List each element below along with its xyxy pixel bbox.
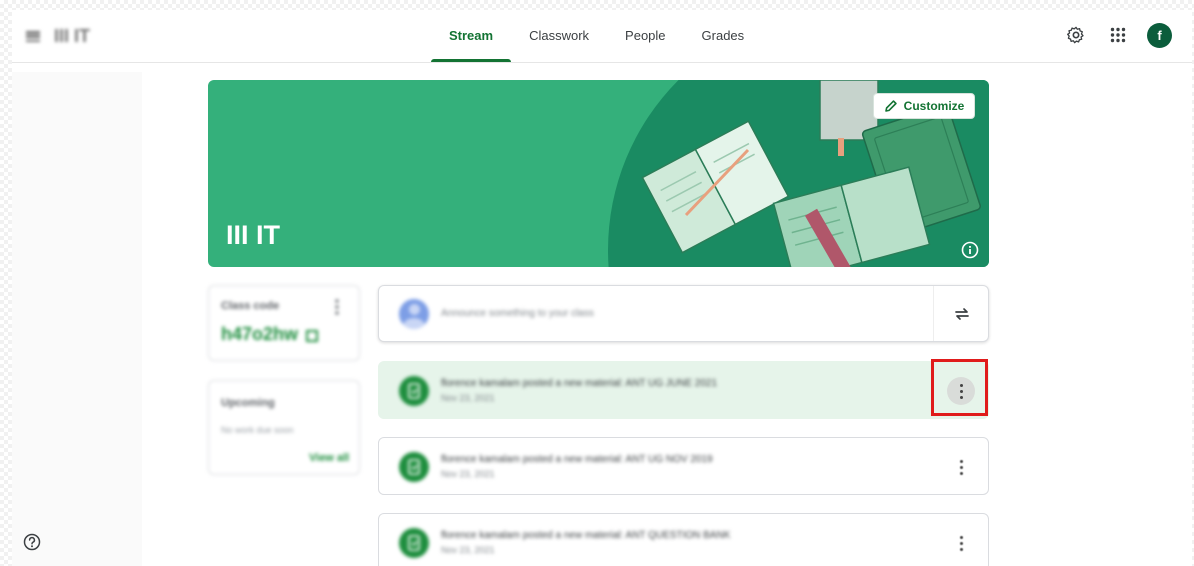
user-avatar-icon [399, 299, 429, 329]
stream-item[interactable]: florence kamalam posted a new material: … [378, 437, 989, 495]
stream-item-date: Nov 23, 2021 [441, 545, 495, 555]
tab-people[interactable]: People [607, 10, 683, 62]
more-options-button[interactable] [947, 377, 975, 405]
class-code-card: Class code h47o2hw [208, 285, 360, 361]
more-vert-icon [959, 535, 963, 551]
announce-box[interactable]: Announce something to your class [378, 285, 989, 342]
more-options-button[interactable] [947, 529, 975, 557]
stream-item-title[interactable]: florence kamalam posted a new material: … [441, 378, 717, 389]
material-icon [399, 376, 429, 406]
customize-button[interactable]: Customize [873, 93, 975, 119]
class-name-header[interactable]: III IT [54, 26, 90, 47]
tab-grades[interactable]: Grades [684, 10, 763, 62]
class-banner: Customize III IT [208, 80, 989, 267]
more-vert-icon [959, 459, 963, 475]
apps-icon[interactable] [1105, 22, 1131, 48]
top-actions: f [1063, 22, 1172, 48]
help-icon[interactable] [22, 532, 42, 552]
stream-item-date: Nov 23, 2021 [441, 393, 495, 403]
stream-item-title[interactable]: florence kamalam posted a new material: … [441, 454, 713, 465]
settings-icon[interactable] [1063, 22, 1089, 48]
class-brand: III IT [26, 26, 90, 47]
top-app-bar: III IT Stream Classwork People Grades f [12, 10, 1192, 63]
stream-item-date: Nov 23, 2021 [441, 469, 495, 479]
repost-button[interactable] [933, 286, 990, 341]
tab-classwork[interactable]: Classwork [511, 10, 607, 62]
class-code-value: h47o2hw [221, 324, 299, 344]
tab-stream[interactable]: Stream [431, 10, 512, 62]
stream-item[interactable]: florence kamalam posted a new material: … [378, 513, 989, 566]
material-icon [399, 528, 429, 558]
upcoming-card: Upcoming No work due soon View all [208, 380, 360, 475]
left-gutter [12, 72, 142, 566]
stream-item[interactable]: florence kamalam posted a new material: … [378, 361, 989, 419]
material-icon [399, 452, 429, 482]
upcoming-empty-text: No work due soon [221, 425, 294, 435]
class-code-label: Class code [221, 300, 280, 312]
pencil-icon [884, 100, 897, 112]
announce-placeholder[interactable]: Announce something to your class [441, 308, 594, 319]
class-tabs: Stream Classwork People Grades [431, 10, 762, 62]
info-icon[interactable] [960, 240, 980, 260]
banner-illustration [608, 80, 989, 267]
upcoming-title: Upcoming [221, 397, 275, 409]
classroom-page: III IT Stream Classwork People Grades f … [12, 10, 1192, 566]
view-all-link[interactable]: View all [309, 452, 349, 464]
more-options-button[interactable] [947, 453, 975, 481]
stream-item-title[interactable]: florence kamalam posted a new material: … [441, 530, 730, 541]
customize-label: Customize [903, 99, 965, 113]
repost-icon [955, 307, 969, 320]
more-vert-icon[interactable] [333, 298, 341, 316]
user-avatar[interactable]: f [1147, 22, 1172, 48]
menu-icon[interactable] [26, 31, 40, 42]
more-vert-icon [959, 383, 963, 399]
banner-class-title: III IT [226, 220, 280, 250]
fullscreen-icon[interactable] [306, 330, 318, 342]
